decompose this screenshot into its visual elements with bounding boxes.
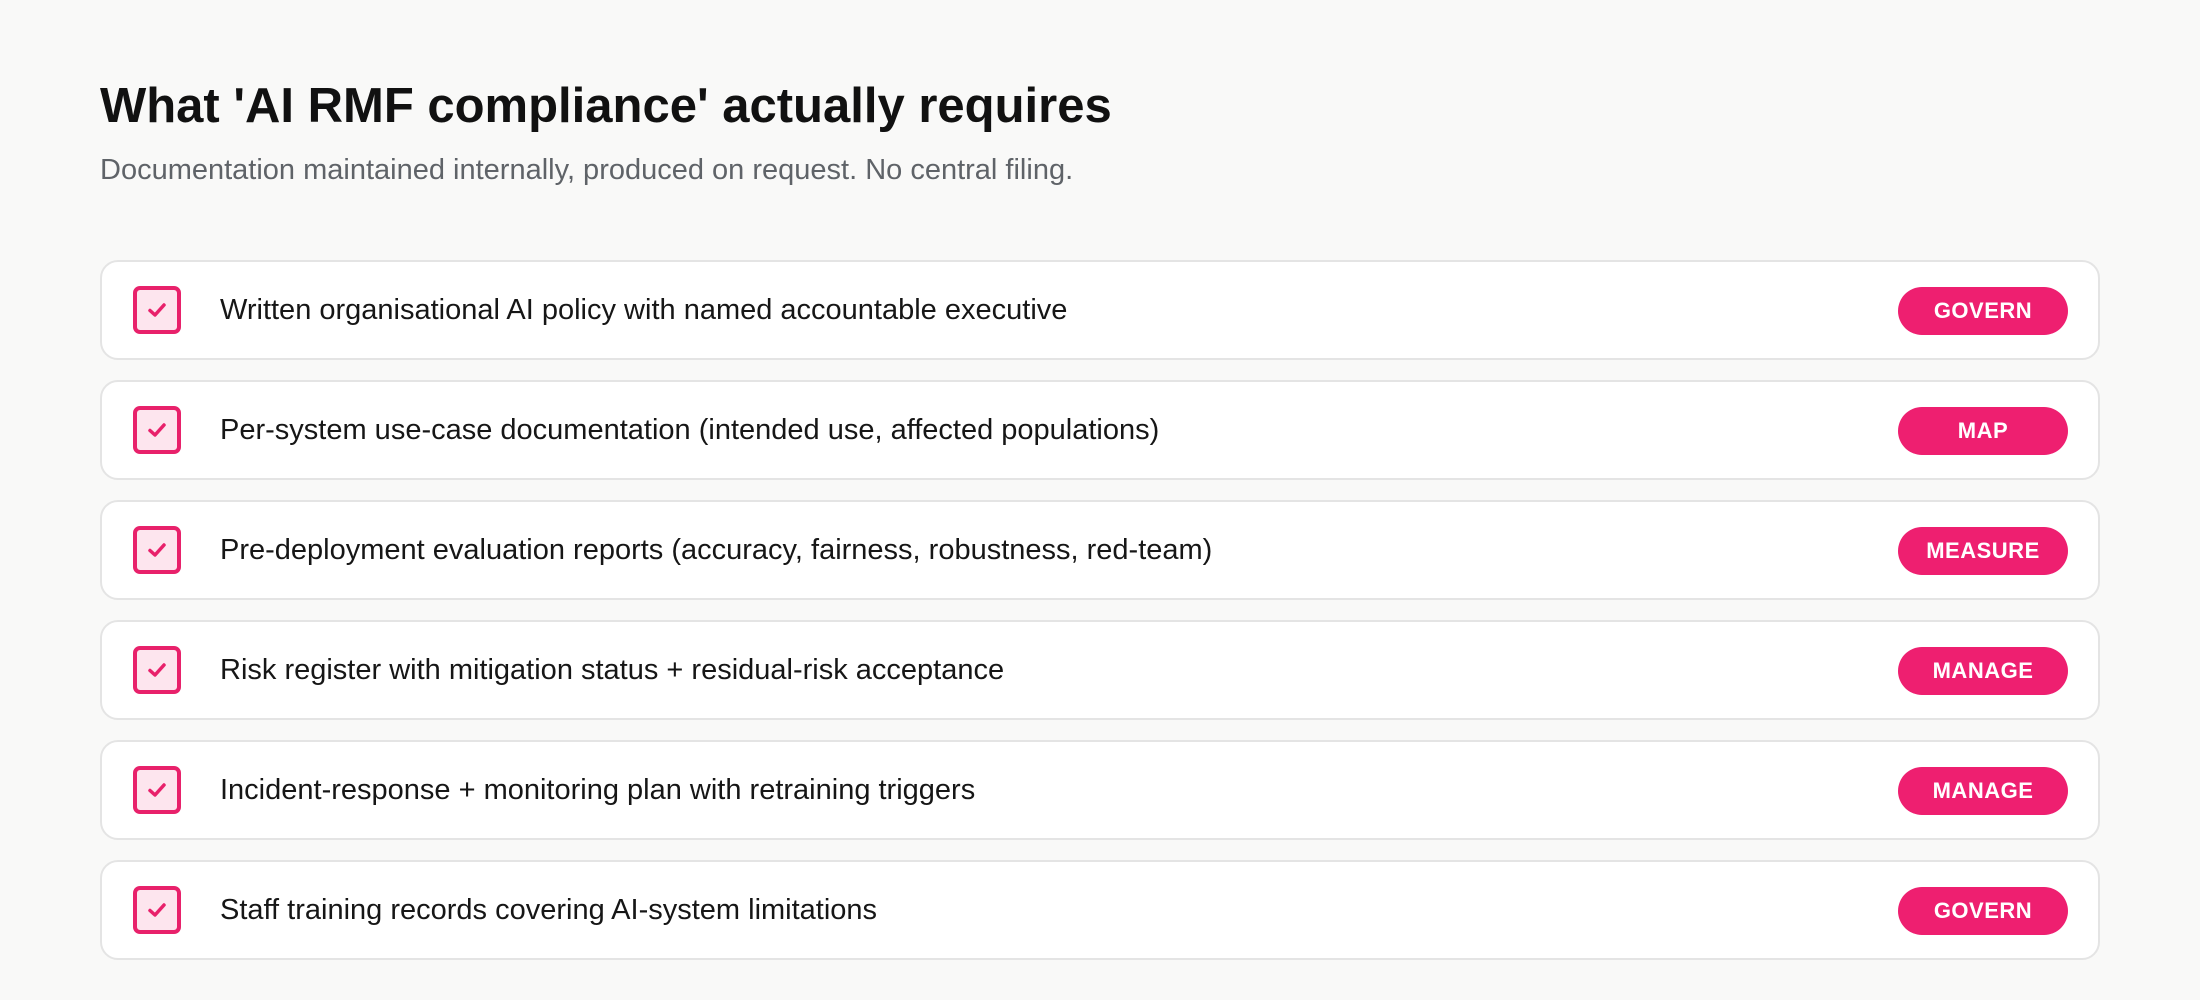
check-icon [148,303,166,317]
function-tag: GOVERN [1898,887,2068,935]
function-tag: GOVERN [1898,287,2068,335]
item-label: Pre-deployment evaluation reports (accur… [220,534,1213,566]
page-title: What 'AI RMF compliance' actually requir… [100,79,1112,133]
list-item: Incident-response + monitoring plan with… [100,740,2100,840]
item-label: Risk register with mitigation status + r… [220,654,1005,686]
checkbox[interactable] [133,766,181,814]
check-icon [148,423,166,437]
list-item: Staff training records covering AI-syste… [100,860,2100,960]
function-tag: MANAGE [1898,647,2068,695]
check-icon [148,903,166,917]
function-tag: MAP [1898,407,2068,455]
list-item: Written organisational AI policy with na… [100,260,2100,360]
checkbox[interactable] [133,646,181,694]
item-label: Per-system use-case documentation (inten… [220,414,1160,446]
check-icon [148,543,166,557]
list-item: Per-system use-case documentation (inten… [100,380,2100,480]
checkbox[interactable] [133,526,181,574]
item-label: Staff training records covering AI-syste… [220,894,878,926]
function-tag: MANAGE [1898,767,2068,815]
check-icon [148,783,166,797]
list-item: Risk register with mitigation status + r… [100,620,2100,720]
list-item: Pre-deployment evaluation reports (accur… [100,500,2100,600]
checkbox[interactable] [133,886,181,934]
page-subtitle: Documentation maintained internally, pro… [100,154,1074,186]
check-icon [148,663,166,677]
item-label: Written organisational AI policy with na… [220,294,1068,326]
item-label: Incident-response + monitoring plan with… [220,774,976,806]
function-tag: MEASURE [1898,527,2068,575]
checkbox[interactable] [133,286,181,334]
checkbox[interactable] [133,406,181,454]
requirements-list: Written organisational AI policy with na… [100,260,2100,980]
